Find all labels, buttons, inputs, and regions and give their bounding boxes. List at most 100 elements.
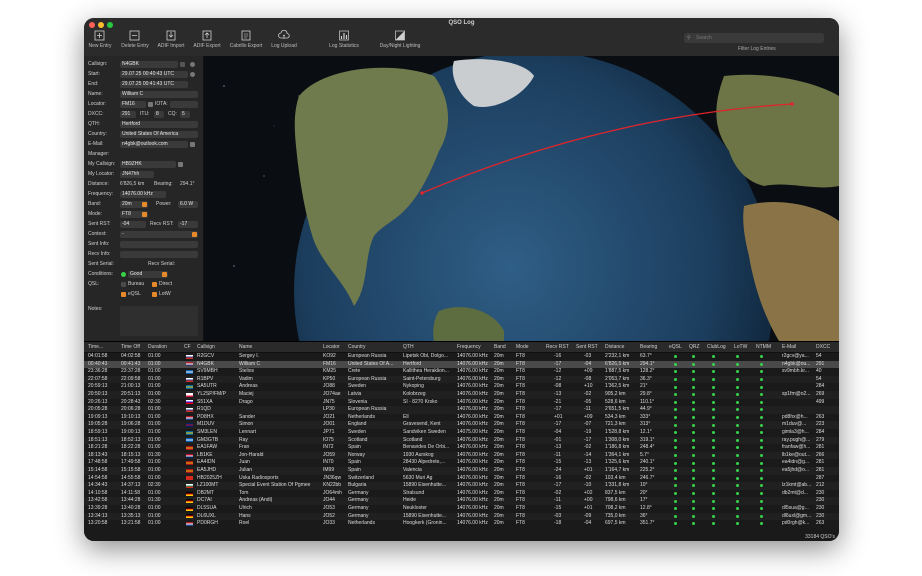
table-row[interactable]: 18:51:13 18:52:13 01:00 GM3GTB Ray IO75 Scotla… [84, 436, 839, 445]
globe-map-view[interactable] [204, 56, 839, 341]
settings-gear-icon[interactable] [190, 62, 195, 67]
col-name[interactable]: Name [239, 342, 252, 352]
direct-checkbox[interactable] [152, 282, 157, 287]
table-row[interactable]: 14:10:58 14:11:58 01:00 DB2MT Tom JO64mh Germa… [84, 489, 839, 498]
col-country[interactable]: Country [348, 342, 366, 352]
table-row[interactable]: 23:36:28 23:37:28 01:00 SV9MBH Stelios KM25 Cr… [84, 368, 839, 376]
sent-info-field[interactable] [120, 241, 198, 248]
col-time-off[interactable]: Time Off [121, 342, 140, 352]
power-field[interactable]: 6.0 W [178, 201, 198, 208]
table-row[interactable]: 13:39:28 13:40:28 01:00 DL5SUA Ulrich JO53 Ger… [84, 505, 839, 513]
table-row[interactable]: 22:07:58 22:09:58 01:00 R1BPV Vadim KP50 Europ… [84, 375, 839, 384]
table-row[interactable]: 20:05:28 20:06:28 01:00 R1QD LP30 European Ru… [84, 406, 839, 414]
table-row[interactable]: 00:40:43 00:41:43 01:00 N4GBK William C FM16 U… [84, 360, 839, 369]
send-email-icon[interactable] [190, 142, 195, 147]
iota-field[interactable] [170, 101, 198, 108]
itu-field[interactable]: 8 [154, 111, 164, 118]
eqsl-checkbox[interactable] [121, 292, 126, 297]
eqsl-status-icon [674, 400, 677, 404]
lotw-status-icon [736, 461, 739, 465]
col-clublog[interactable]: ClubLog [707, 342, 726, 352]
recv-info-field[interactable] [120, 251, 198, 258]
table-row[interactable]: 18:59:13 19:00:13 01:00 SM3LEN Lennart JP71 Sw… [84, 429, 839, 437]
col-qth[interactable]: QTH [403, 342, 414, 352]
col-bearing[interactable]: Bearing [640, 342, 657, 352]
table-row[interactable]: 20:26:13 20:28:43 02:30 S51XA Drago JN75 Slove… [84, 398, 839, 407]
conditions-chevron-icon[interactable] [162, 272, 167, 277]
contest-chevron-icon[interactable] [192, 232, 197, 237]
start-field[interactable]: 29.07.25 00:40:43 UTC [120, 71, 188, 78]
table-row[interactable]: 04:01:58 04:02:58 01:00 R2GCV Sergey I. KO92 E… [84, 353, 839, 361]
table-row[interactable]: 15:14:58 15:15:58 01:00 EA5JHD Julian IM99 Spa… [84, 467, 839, 475]
search-callsign-icon[interactable] [180, 62, 185, 67]
contest-select[interactable]: - [120, 231, 198, 238]
col-cf[interactable]: CF [184, 342, 191, 352]
cell-sent: -04 [584, 360, 592, 367]
cell-recv: -15 [554, 505, 562, 511]
table-row[interactable]: 18:13:43 18:15:13 01:30 LB1KE Jon-Harald JO59… [84, 451, 839, 460]
col-dxcc[interactable]: DXCC [816, 342, 830, 352]
col-duration[interactable]: Duration [148, 342, 167, 352]
ntmm-status-icon [760, 507, 763, 511]
col-mode[interactable]: Mode [516, 342, 529, 352]
col-eqsl[interactable]: eQSL [669, 342, 682, 352]
callsign-field[interactable]: N4GBK [120, 61, 178, 68]
sent-rst-field[interactable]: -04 [120, 221, 146, 228]
name-field[interactable]: William C [120, 91, 198, 98]
table-row[interactable]: 13:20:58 13:21:58 01:00 PD0RGH Roel JO33 Nethe… [84, 520, 839, 528]
table-row[interactable]: 17:48:58 17:49:58 01:00 EA4IDN Juan IN70 Spain… [84, 459, 839, 467]
band-chevron-icon[interactable] [142, 202, 147, 207]
table-row[interactable]: 18:21:28 18:22:28 01:00 EA1FAW Fran IN72 Spain… [84, 444, 839, 452]
day-night-lighting-button[interactable]: Day/Night Lighting [374, 30, 426, 49]
search-input[interactable]: ⚲ Search [684, 33, 824, 43]
adif-export-button[interactable]: ADIF Export [190, 30, 224, 49]
email-field[interactable]: n4gbk@outlook.com [120, 141, 188, 148]
col-recv-rst[interactable]: Recv RST [546, 342, 569, 352]
col-email[interactable]: E-Mail [782, 342, 796, 352]
col-ntmm[interactable]: NTMM [756, 342, 771, 352]
notes-field[interactable] [120, 306, 198, 336]
col-time-on[interactable]: Time... [88, 342, 103, 352]
col-qrz[interactable]: QRZ [689, 342, 700, 352]
col-callsign[interactable]: Callsign [197, 342, 215, 352]
cabrillo-export-button[interactable]: Cabrillo Export [226, 30, 266, 49]
start-reset-icon[interactable] [190, 72, 195, 77]
col-band[interactable]: Band [494, 342, 506, 352]
end-field[interactable]: 29.07.25 00:41:43 UTC [120, 81, 188, 88]
table-row[interactable]: 13:42:58 13:44:28 01:30 DC7AI Andreas (Andi)… [84, 497, 839, 505]
sent-info-label: Sent Info: [88, 241, 110, 247]
new-entry-button[interactable]: New Entry [88, 30, 112, 49]
log-statistics-button[interactable]: Log Statistics [324, 30, 364, 49]
table-row[interactable]: 20:50:13 20:51:13 01:00 YL2SP/FM/P Maciej JO7… [84, 391, 839, 399]
table-row[interactable]: 19:09:13 19:10:13 01:00 PD8HX Sander JO21 Neth… [84, 413, 839, 422]
location-pin-icon[interactable] [148, 102, 153, 107]
frequency-field[interactable]: 14076.00 kHz [120, 191, 166, 198]
qth-field[interactable]: Hertford [120, 121, 198, 128]
locator-field[interactable]: FM16 [120, 101, 146, 108]
my-locator-field[interactable]: JN47hh [120, 171, 154, 178]
cell-recv: -17 [554, 421, 562, 428]
col-sent-rst[interactable]: Sent RST [576, 342, 598, 352]
lotw-checkbox[interactable] [152, 292, 157, 297]
country-flag-icon [186, 476, 193, 481]
recv-rst-field[interactable]: -17 [178, 221, 198, 228]
table-row[interactable]: 20:59:13 21:00:13 01:00 SA5UTR Andreas JO88 Sw… [84, 383, 839, 391]
bureau-checkbox[interactable] [121, 282, 126, 287]
cq-field[interactable]: 5 [180, 111, 190, 118]
table-row[interactable]: 14:54:58 14:55:58 01:00 HB2025ZH Uska Radios… [84, 474, 839, 483]
col-frequency[interactable]: Frequency [457, 342, 481, 352]
my-callsign-search-icon[interactable] [178, 162, 183, 167]
log-upload-button[interactable]: Log Upload [268, 30, 300, 49]
adif-import-button[interactable]: ADIF Import [154, 30, 188, 49]
mode-chevron-icon[interactable] [142, 212, 147, 217]
country-field[interactable]: United States Of America [120, 131, 198, 138]
col-distance[interactable]: Distance [605, 342, 624, 352]
table-row[interactable]: 19:05:28 19:06:28 01:00 M1DUV Simon JO01 Engla… [84, 421, 839, 429]
my-callsign-field[interactable]: HB9ZHK [120, 161, 176, 168]
table-row[interactable]: 13:34:13 13:35:13 01:00 DL6UXL Hans JO52 Germa… [84, 512, 839, 521]
col-lotw[interactable]: LoTW [734, 342, 747, 352]
delete-entry-button[interactable]: Delete Entry [118, 30, 152, 49]
dxcc-field[interactable]: 291 [120, 111, 136, 118]
table-row[interactable]: 14:34:43 14:37:13 02:30 LZ100MT Special Even… [84, 482, 839, 490]
col-locator[interactable]: Locator [323, 342, 340, 352]
